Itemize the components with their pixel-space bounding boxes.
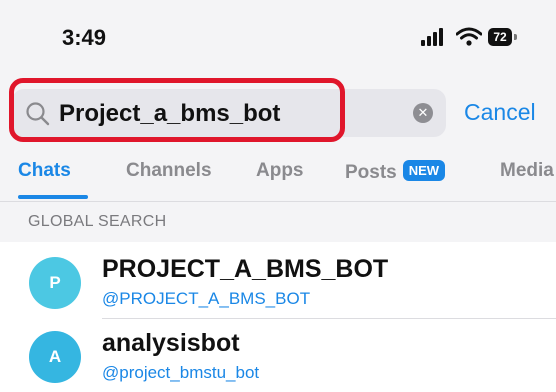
- clear-search-icon[interactable]: ✕: [413, 103, 433, 123]
- wifi-icon: [456, 27, 482, 46]
- section-header: GLOBAL SEARCH: [0, 202, 556, 242]
- tab-chats[interactable]: Chats: [18, 160, 71, 182]
- cancel-button[interactable]: Cancel: [464, 99, 536, 126]
- result-handle: @PROJECT_A_BMS_BOT: [102, 289, 311, 308]
- cellular-signal-icon: [421, 28, 443, 46]
- section-title: GLOBAL SEARCH: [28, 213, 167, 230]
- status-bar: 3:49 72: [0, 0, 556, 78]
- active-tab-indicator: [18, 195, 88, 199]
- search-result-row[interactable]: P PROJECT_A_BMS_BOT @PROJECT_A_BMS_BOT: [0, 246, 556, 318]
- search-header: Project_a_bms_bot ✕ Cancel: [0, 78, 556, 148]
- search-tabs: Chats Channels Apps Posts NEW Media: [0, 148, 556, 202]
- result-name: PROJECT_A_BMS_BOT: [102, 255, 389, 283]
- tab-posts[interactable]: Posts NEW: [345, 160, 446, 184]
- result-handle: @project_bmstu_bot: [102, 363, 260, 382]
- search-highlight-box: [9, 78, 345, 142]
- new-badge: NEW: [402, 160, 446, 181]
- battery-tip: [514, 34, 517, 40]
- avatar: P: [29, 257, 81, 309]
- tab-channels[interactable]: Channels: [126, 160, 212, 182]
- search-result-row[interactable]: A analysisbot @project_bmstu_bot: [0, 320, 556, 392]
- avatar: A: [29, 331, 81, 383]
- tab-posts-label: Posts: [345, 162, 397, 183]
- battery-icon: 72: [488, 28, 512, 46]
- result-name: analysisbot: [102, 329, 240, 357]
- row-divider: [102, 318, 556, 319]
- status-time: 3:49: [62, 25, 107, 50]
- tab-apps[interactable]: Apps: [256, 160, 304, 182]
- tab-media[interactable]: Media: [500, 160, 554, 182]
